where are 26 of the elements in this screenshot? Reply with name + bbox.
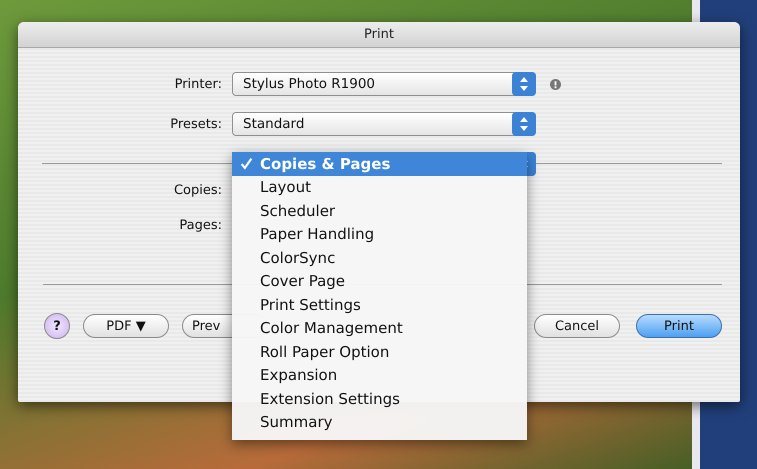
menu-item[interactable]: Paper Handling [232, 222, 527, 246]
window-title: Print [364, 27, 394, 42]
menu-item[interactable]: Print Settings [232, 293, 527, 316]
menu-item[interactable]: Expansion [232, 364, 527, 387]
stepper-icon [512, 72, 536, 96]
printer-label: Printer: [174, 76, 223, 92]
presets-label: Presets: [169, 116, 223, 132]
menu-item[interactable]: Roll Paper Option [232, 340, 527, 364]
field-label: Copies: [172, 182, 223, 198]
print-button[interactable]: Print [636, 314, 722, 338]
presets-popup[interactable]: Standard [232, 112, 536, 136]
dialog-button[interactable]: Cancel [534, 314, 620, 338]
menu-item[interactable]: ColorSync [232, 246, 527, 270]
warning-icon [550, 78, 561, 90]
menu-item[interactable]: Summary [232, 410, 527, 434]
checkmark-icon [240, 157, 253, 170]
menu-item[interactable]: Copies & Pages [232, 152, 527, 176]
stepper-icon [512, 112, 536, 136]
help-button[interactable]: ? [44, 313, 70, 339]
menu-item[interactable]: Cover Page [232, 270, 527, 293]
printer-popup[interactable]: Stylus Photo R1900 [232, 72, 536, 96]
field-label: Pages: [178, 218, 223, 232]
dialog-button[interactable]: PDF ▼ [83, 314, 169, 338]
menu-item[interactable]: Layout [232, 176, 527, 199]
menu-item[interactable]: Scheduler [232, 199, 527, 222]
menu-item[interactable]: Extension Settings [232, 387, 527, 410]
